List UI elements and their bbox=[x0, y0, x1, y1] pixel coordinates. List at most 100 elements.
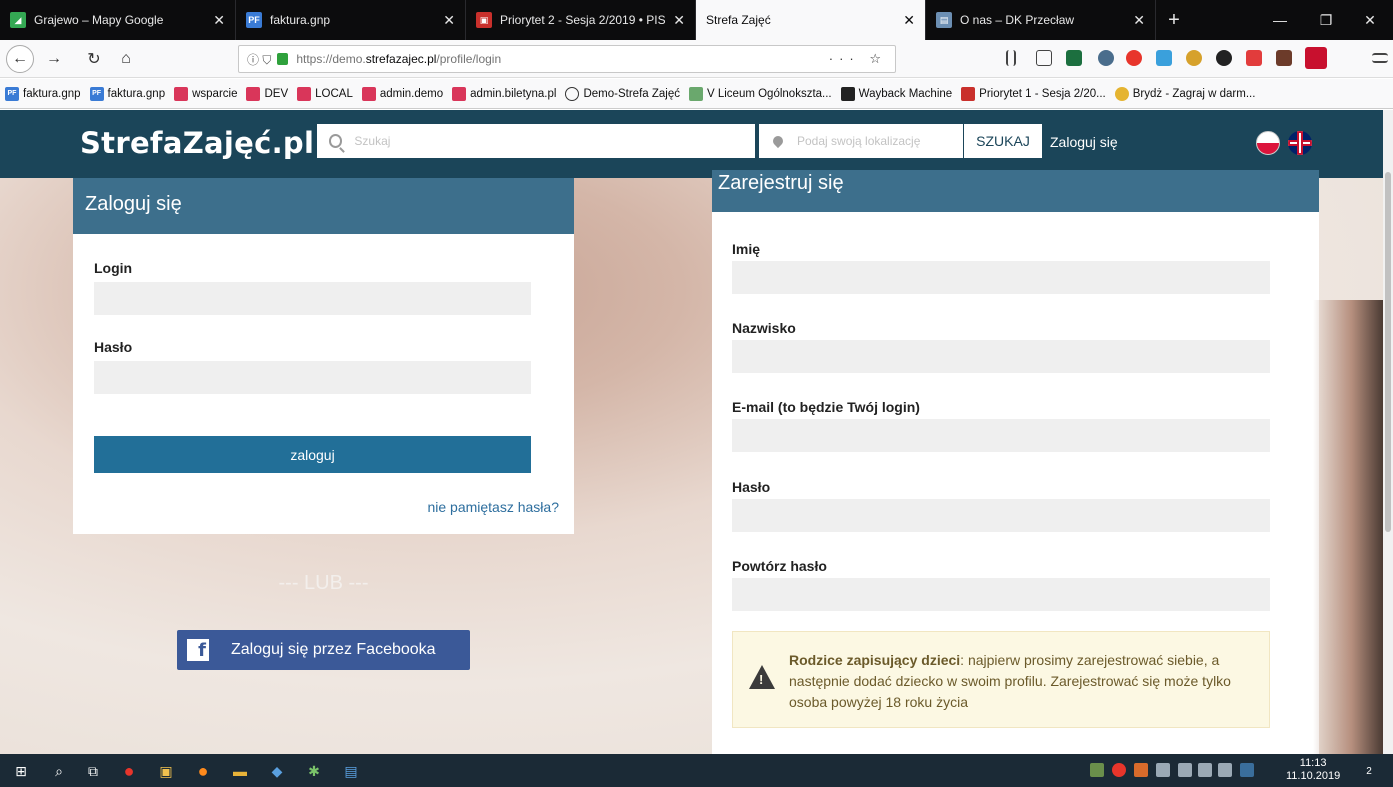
tray-opera-icon[interactable] bbox=[1112, 763, 1126, 777]
library-icon[interactable] bbox=[1006, 50, 1016, 66]
scrollbar-thumb[interactable] bbox=[1385, 172, 1391, 532]
leaf-icon bbox=[688, 86, 703, 101]
bookmark-dev[interactable]: DEV bbox=[246, 86, 288, 101]
menu-icon[interactable] bbox=[1372, 53, 1388, 63]
opera-icon[interactable]: ● bbox=[118, 760, 140, 782]
bookmark-wsparcie[interactable]: wsparcie bbox=[174, 86, 237, 101]
new-tab-button[interactable]: + bbox=[1156, 0, 1192, 40]
login-field[interactable] bbox=[94, 282, 531, 315]
facebook-login-button[interactable]: f Zaloguj się przez Facebooka bbox=[177, 630, 470, 670]
close-icon[interactable]: ✕ bbox=[673, 12, 685, 29]
extension-ghost-icon[interactable] bbox=[1098, 50, 1114, 66]
last-name-field[interactable] bbox=[732, 340, 1270, 373]
page-actions-icon[interactable]: ··· ☆ bbox=[829, 51, 887, 67]
task-view-icon[interactable]: ⧉ bbox=[82, 760, 104, 782]
tab-faktura[interactable]: PF faktura.gnp ✕ bbox=[236, 0, 466, 40]
extension-dark-icon[interactable] bbox=[1216, 50, 1232, 66]
notification-count: 2 bbox=[1366, 765, 1372, 777]
extension-new-icon[interactable] bbox=[1066, 50, 1082, 66]
close-icon[interactable]: ✕ bbox=[1133, 12, 1145, 29]
tray-volume-icon[interactable] bbox=[1218, 763, 1232, 777]
store-icon[interactable]: ▣ bbox=[155, 760, 177, 782]
tab-strefa-zajec[interactable]: Strefa Zajęć ✕ bbox=[696, 0, 926, 40]
new-badge-icon[interactable] bbox=[1305, 47, 1327, 69]
tab-priorytet[interactable]: ▣ Priorytet 2 - Sesja 2/2019 • PISF ✕ bbox=[466, 0, 696, 40]
login-label: Login bbox=[94, 260, 133, 276]
repeat-password-field[interactable] bbox=[732, 578, 1270, 611]
bookmark-wayback[interactable]: Wayback Machine bbox=[840, 86, 952, 101]
taskbar-clock[interactable]: 11:13 11.10.2019 bbox=[1286, 757, 1340, 783]
forgot-password-link[interactable]: nie pamiętasz hasła? bbox=[427, 499, 559, 515]
minimize-icon[interactable]: — bbox=[1257, 0, 1303, 40]
bookmark-brydz[interactable]: Brydż - Zagraj w darm... bbox=[1114, 86, 1255, 101]
password-field[interactable] bbox=[94, 361, 531, 394]
tray-display-icon[interactable] bbox=[1240, 763, 1254, 777]
close-icon[interactable]: ✕ bbox=[213, 12, 225, 29]
map-pin-icon bbox=[770, 133, 786, 149]
dk-icon: ▤ bbox=[936, 12, 952, 28]
location-box bbox=[759, 124, 963, 158]
app-blue-icon[interactable]: ◆ bbox=[266, 760, 288, 782]
sidebar-icon[interactable] bbox=[1036, 50, 1052, 66]
search-button[interactable]: SZUKAJ bbox=[964, 124, 1042, 158]
forward-arrow-icon[interactable]: → bbox=[40, 45, 68, 73]
bookmark-local[interactable]: LOCAL bbox=[297, 86, 353, 101]
tab-google-maps[interactable]: ◢ Grajewo – Mapy Google ✕ bbox=[0, 0, 236, 40]
opera-icon[interactable] bbox=[1126, 50, 1142, 66]
bookmark-faktura[interactable]: PF faktura.gnp bbox=[5, 86, 81, 101]
site-logo[interactable]: StrefaZajęć.pl bbox=[80, 126, 314, 160]
back-arrow-icon[interactable]: ← bbox=[6, 45, 34, 73]
site-header: StrefaZajęć.pl SZUKAJ Zaloguj się bbox=[0, 110, 1383, 178]
window-close-icon[interactable]: ✕ bbox=[1347, 0, 1393, 40]
extension-brown-icon[interactable] bbox=[1276, 50, 1292, 66]
home-icon[interactable]: ⌂ bbox=[112, 45, 140, 73]
search-icon[interactable]: ⌕ bbox=[48, 760, 70, 782]
page-scrollbar[interactable] bbox=[1383, 110, 1393, 754]
url-text[interactable]: https://demo.strefazajec.pl/profile/logi… bbox=[296, 52, 828, 66]
search-input[interactable] bbox=[354, 134, 755, 148]
first-name-field[interactable] bbox=[732, 261, 1270, 294]
tray-network-icon[interactable] bbox=[1156, 763, 1170, 777]
slack-icon[interactable]: ✱ bbox=[303, 760, 325, 782]
tray-firefox-icon[interactable] bbox=[1134, 763, 1148, 777]
bookmark-priorytet[interactable]: Priorytet 1 - Sesja 2/20... bbox=[961, 86, 1106, 101]
bookmark-demo-strefa[interactable]: Demo-Strefa Zajęć bbox=[565, 86, 680, 101]
extension-red-icon[interactable] bbox=[1246, 50, 1262, 66]
register-password-field[interactable] bbox=[732, 499, 1270, 532]
or-divider: --- LUB --- bbox=[278, 572, 369, 594]
bookmarks-bar: PF faktura.gnp PF faktura.gnp wsparcie DEV… bbox=[0, 79, 1393, 109]
extension-face-icon[interactable] bbox=[1186, 50, 1202, 66]
globe-icon bbox=[565, 86, 580, 101]
close-icon[interactable]: ✕ bbox=[903, 12, 915, 29]
tab-dk-przeclaw[interactable]: ▤ O nas – DK Przecław ✕ bbox=[926, 0, 1156, 40]
folder-icon bbox=[452, 86, 467, 101]
bookmark-liceum[interactable]: V Liceum Ogólnoksztа... bbox=[688, 86, 832, 101]
bookmark-admin-demo[interactable]: admin.demo bbox=[361, 86, 443, 101]
uk-flag-icon[interactable] bbox=[1288, 131, 1312, 155]
folder-icon bbox=[297, 86, 312, 101]
address-bar[interactable]: ⓘ ⛉ https://demo.strefazajec.pl/profile/… bbox=[238, 45, 896, 73]
register-password-label: Hasło bbox=[732, 479, 771, 495]
reload-icon[interactable]: ↻ bbox=[80, 45, 108, 73]
notifications-icon[interactable]: 2 bbox=[1358, 760, 1380, 782]
tray-wifi-icon[interactable] bbox=[1178, 763, 1192, 777]
bookmark-admin-biletyna[interactable]: admin.biletyna.pl bbox=[452, 86, 556, 101]
extension-blue-icon[interactable] bbox=[1156, 50, 1172, 66]
notepad-icon[interactable]: ▤ bbox=[340, 760, 362, 782]
email-field[interactable] bbox=[732, 419, 1270, 452]
priorytet-icon bbox=[961, 86, 976, 101]
header-login-link[interactable]: Zaloguj się bbox=[1050, 134, 1118, 150]
file-explorer-icon[interactable]: ▬ bbox=[229, 760, 251, 782]
location-input[interactable] bbox=[797, 134, 963, 148]
tray-app-icon[interactable] bbox=[1090, 763, 1104, 777]
login-submit-button[interactable]: zaloguj bbox=[94, 436, 531, 473]
info-shield-icon[interactable]: ⓘ ⛉ bbox=[247, 51, 271, 68]
polish-flag-icon[interactable] bbox=[1256, 131, 1280, 155]
restore-icon[interactable]: ❐ bbox=[1303, 0, 1349, 40]
pf-icon: PF bbox=[89, 86, 104, 101]
close-icon[interactable]: ✕ bbox=[443, 12, 455, 29]
windows-start-icon[interactable]: ⊞ bbox=[10, 760, 32, 782]
firefox-icon[interactable]: ● bbox=[192, 760, 214, 782]
tray-battery-icon[interactable] bbox=[1198, 763, 1212, 777]
bookmark-faktura-2[interactable]: PF faktura.gnp bbox=[89, 86, 165, 101]
